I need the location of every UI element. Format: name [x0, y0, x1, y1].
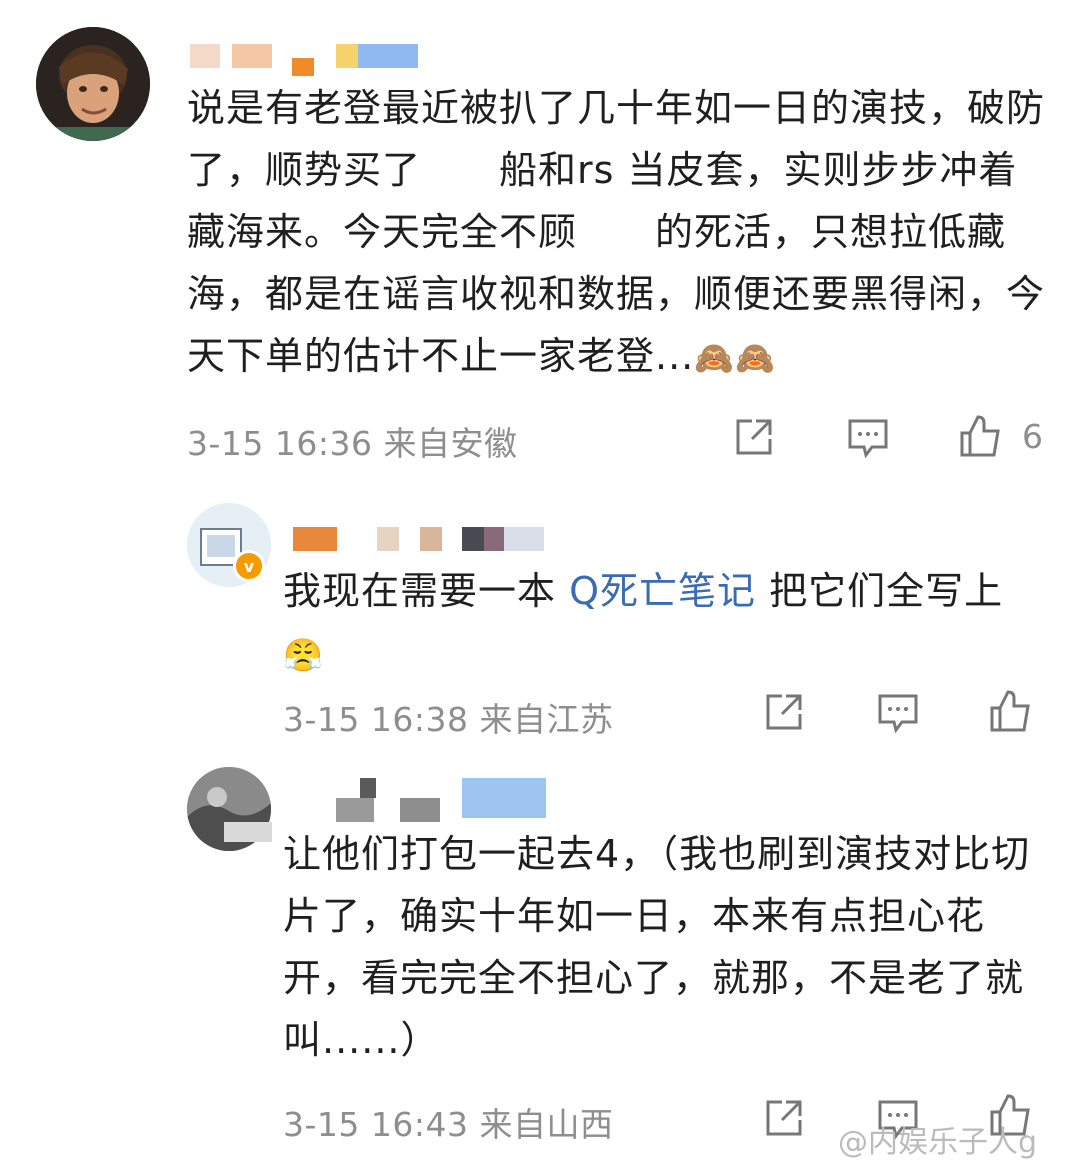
share-icon[interactable] — [762, 1096, 806, 1140]
location: 来自安徽 — [383, 424, 518, 463]
comment-icon[interactable] — [846, 415, 890, 459]
timestamp: 3-15 16:38 — [283, 700, 469, 739]
share-icon[interactable] — [732, 415, 776, 459]
comment-text: 说是有老登最近被扒了几十年如一日的演技，破防了，顺势买了 船和rs 当皮套，实则… — [187, 86, 1046, 378]
comment-meta: 3-15 16:43 来自山西 — [283, 1098, 614, 1146]
avatar[interactable] — [36, 27, 150, 141]
like-icon[interactable] — [958, 413, 1002, 457]
death-note-link[interactable]: Q死亡笔记 — [569, 569, 756, 613]
monkey-emoji: 🙈🙈 — [694, 339, 776, 377]
timestamp: 3-15 16:43 — [283, 1105, 469, 1144]
timestamp: 3-15 16:36 — [187, 424, 373, 463]
comment-icon[interactable] — [876, 690, 920, 734]
comment-text: 我现在需要一本 Q死亡笔记 把它们全写上 😤 — [283, 569, 1004, 674]
weibo-watermark: @内娱乐子人g — [838, 1125, 1038, 1160]
share-icon[interactable] — [762, 690, 806, 734]
comment-text: 让他们打包一起去4，（我也刷到演技对比切片了，确实十年如一日，本来有点担心花开，… — [283, 832, 1031, 1062]
verified-badge: v — [233, 550, 265, 582]
like-count: 6 — [1022, 417, 1043, 456]
location: 来自山西 — [479, 1105, 614, 1144]
location: 来自江苏 — [479, 700, 614, 739]
like-icon[interactable] — [988, 688, 1032, 732]
comment-meta: 3-15 16:38 来自江苏 — [283, 693, 614, 741]
steam-face-emoji: 😤 — [283, 636, 324, 674]
comment-meta: 3-15 16:36 来自安徽 — [187, 417, 518, 465]
